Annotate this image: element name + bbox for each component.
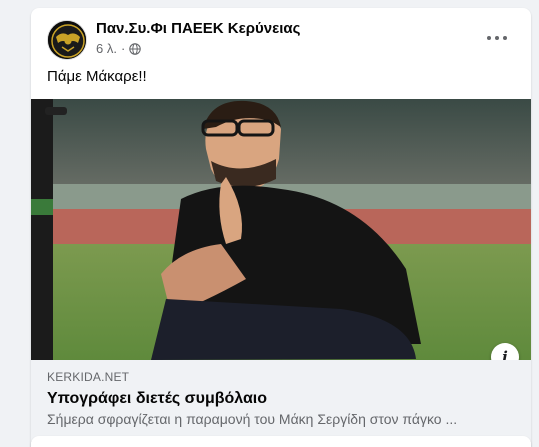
meta-separator: ·	[120, 41, 126, 56]
globe-icon[interactable]	[129, 42, 142, 55]
post-card: Παν.Συ.Φι ΠΑΕΕΚ Κερύνειας 6 λ. · Πάμε Μά…	[31, 8, 531, 447]
more-options-icon[interactable]	[479, 26, 515, 50]
link-preview-image[interactable]: i	[31, 99, 531, 360]
post-timestamp[interactable]: 6 λ.	[96, 41, 117, 56]
next-post-card	[31, 436, 531, 447]
link-preview-info[interactable]: KERKIDA.NET Υπογράφει διετές συμβόλαιο Σ…	[31, 360, 531, 442]
link-domain: KERKIDA.NET	[47, 370, 130, 384]
link-title: Υπογράφει διετές συμβόλαιο	[47, 390, 268, 407]
page-name-link[interactable]: Παν.Συ.Φι ΠΑΕΕΚ Κερύνειας	[96, 20, 300, 37]
post-caption: Πάμε Μάκαρε!!	[47, 68, 147, 85]
post-meta: 6 λ. ·	[96, 41, 142, 56]
link-description: Σήμερα σφραγίζεται η παραμονή του Μάκη Σ…	[47, 411, 458, 427]
post-header: Παν.Συ.Φι ΠΑΕΕΚ Κερύνειας 6 λ. ·	[31, 8, 531, 68]
page-avatar[interactable]	[47, 20, 87, 60]
